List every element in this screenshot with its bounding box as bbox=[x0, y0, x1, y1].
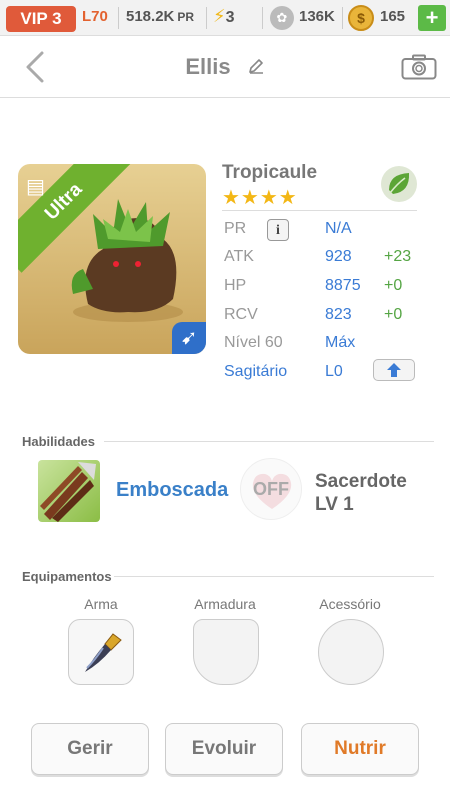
player-level: L70 bbox=[82, 8, 108, 25]
energy-value: 3 bbox=[225, 9, 235, 26]
divider bbox=[114, 576, 434, 577]
archer-class-icon: ➹ bbox=[172, 322, 206, 354]
divider bbox=[104, 441, 434, 442]
level-label: Nível 60 bbox=[224, 334, 283, 351]
page-header: Ellis bbox=[0, 36, 450, 98]
species-name: Tropicaule bbox=[222, 162, 318, 183]
power-value: 518.2K bbox=[126, 8, 175, 25]
accessory-slot[interactable] bbox=[318, 619, 384, 685]
coin-value: 165 bbox=[380, 8, 406, 25]
upgrade-zodiac-button[interactable] bbox=[373, 359, 415, 381]
divider bbox=[262, 7, 263, 29]
divider bbox=[342, 7, 343, 29]
evolve-button[interactable]: Evoluir bbox=[165, 723, 283, 775]
active-skill-name[interactable]: Emboscada bbox=[116, 479, 228, 502]
camera-icon[interactable] bbox=[401, 54, 437, 80]
arrow-up-icon bbox=[387, 363, 401, 377]
stat-label-pr: PR bbox=[224, 220, 247, 237]
stat-value-atk: 928 bbox=[325, 248, 352, 265]
card-icon: ▤ bbox=[26, 176, 45, 198]
add-coins-button[interactable]: + bbox=[418, 5, 446, 31]
divider bbox=[222, 210, 417, 211]
stat-bonus-rcv: +0 bbox=[384, 306, 403, 323]
paw-icon: ✿ bbox=[270, 6, 294, 30]
stat-value-rcv: 823 bbox=[325, 306, 352, 323]
ambush-skill-icon[interactable] bbox=[38, 460, 100, 522]
accessory-label: Acessório bbox=[319, 596, 381, 612]
stat-label-atk: ATK bbox=[224, 248, 254, 265]
star-rating: ★★★★ bbox=[222, 187, 298, 209]
skills-section-title: Habilidades bbox=[22, 434, 95, 449]
feed-button[interactable]: Nutrir bbox=[301, 723, 419, 775]
leader-skill-name[interactable]: Sacerdote LV 1 bbox=[315, 470, 407, 516]
stat-label-rcv: RCV bbox=[224, 306, 258, 323]
page-title-row: Ellis bbox=[0, 54, 450, 81]
edit-pencil-icon[interactable] bbox=[247, 55, 265, 81]
stat-label-hp: HP bbox=[224, 277, 247, 294]
coin-icon: $ bbox=[348, 5, 374, 31]
weapon-label: Arma bbox=[84, 596, 118, 612]
stat-bonus-atk: +23 bbox=[384, 248, 412, 265]
manage-button[interactable]: Gerir bbox=[31, 723, 149, 775]
paw-value: 136K bbox=[299, 8, 335, 25]
weapon-slot[interactable] bbox=[68, 619, 134, 685]
leader-skill-level: LV 1 bbox=[315, 494, 354, 515]
divider bbox=[206, 7, 207, 29]
armor-slot[interactable] bbox=[193, 619, 259, 685]
power-rating: 518.2K PR bbox=[126, 8, 194, 25]
zodiac-link[interactable]: Sagitário bbox=[224, 363, 287, 381]
equipment-section-title: Equipamentos bbox=[22, 569, 112, 584]
lightning-icon: ⚡ bbox=[213, 6, 226, 26]
claw-weapon-icon bbox=[85, 633, 122, 672]
leader-skill-title: Sacerdote bbox=[315, 471, 407, 492]
resource-bar: VIP 3 L70 518.2K PR ⚡3 ✿ 136K $ 165 + bbox=[0, 0, 450, 36]
monster-nickname: Ellis bbox=[185, 54, 231, 79]
stat-bonus-hp: +0 bbox=[384, 277, 403, 294]
divider bbox=[118, 7, 119, 29]
zodiac-level: L0 bbox=[325, 363, 343, 380]
armor-label: Armadura bbox=[194, 596, 256, 612]
energy-counter: ⚡3 bbox=[213, 6, 235, 27]
vip-badge[interactable]: VIP 3 bbox=[6, 6, 76, 32]
leaf-element-icon bbox=[381, 166, 417, 202]
leader-skill-state: OFF bbox=[253, 479, 289, 499]
info-icon[interactable]: i bbox=[267, 219, 289, 241]
stat-value-pr: N/A bbox=[325, 220, 352, 237]
stat-value-hp: 8875 bbox=[325, 277, 361, 294]
monster-portrait[interactable]: Ultra ▤ ➹ bbox=[18, 164, 206, 354]
power-unit: PR bbox=[177, 10, 195, 24]
level-value: Máx bbox=[325, 334, 356, 351]
